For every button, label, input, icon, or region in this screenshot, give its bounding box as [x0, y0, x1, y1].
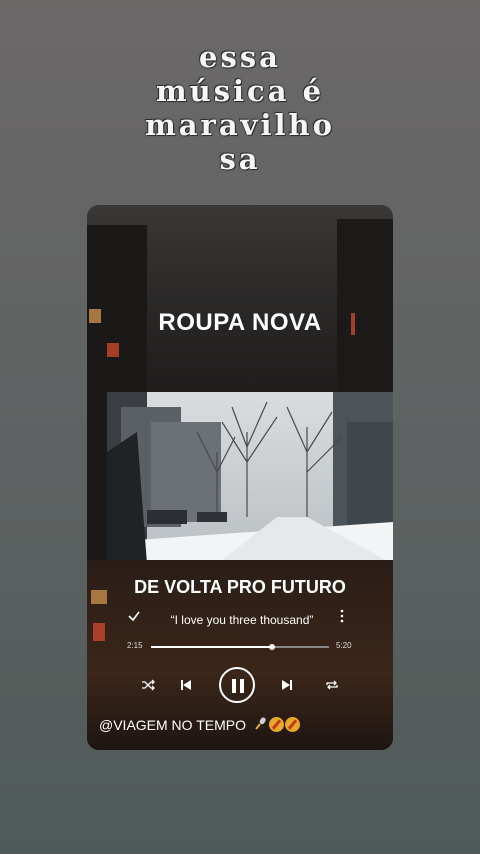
- total-time: 5:20: [336, 641, 352, 650]
- shuffle-icon[interactable]: [141, 679, 155, 691]
- album-photo: [107, 392, 393, 564]
- window-light: [93, 623, 105, 641]
- channel-handle: @VIAGEM NO TEMPO: [99, 716, 300, 733]
- progress-fill: [151, 646, 273, 648]
- lyric-text: “I love you three thousand”: [170, 613, 314, 627]
- building-silhouette: [337, 219, 393, 395]
- pause-icon: [240, 679, 244, 693]
- caption-line: sa: [219, 142, 261, 176]
- progress-knob[interactable]: [269, 644, 276, 650]
- song-title: DE VOLTA PRO FUTURO: [134, 577, 346, 597]
- pause-icon: [232, 679, 236, 693]
- microphone-emoji: [254, 716, 268, 733]
- current-time: 2:15: [127, 641, 143, 650]
- caption-line: música é: [155, 74, 325, 108]
- caption-text: essa música é maravilho sa: [0, 40, 480, 176]
- caption-line: essa: [199, 40, 281, 74]
- handle-text: @VIAGEM NO TEMPO: [99, 717, 246, 733]
- skip-next-icon[interactable]: [281, 679, 293, 691]
- compass-emoji: [268, 717, 284, 732]
- progress-bar[interactable]: [151, 644, 329, 650]
- caption-line: maravilho: [145, 108, 335, 142]
- pause-button[interactable]: [219, 667, 255, 703]
- music-player-card: ROUPA NOVA DE VOLTA PRO FUTURO “I love y…: [87, 205, 393, 750]
- check-icon[interactable]: [127, 609, 141, 627]
- skip-previous-icon[interactable]: [180, 679, 192, 691]
- artist-name: ROUPA NOVA: [158, 309, 322, 336]
- compass-emoji: [284, 717, 300, 732]
- window-light: [107, 343, 119, 357]
- repeat-icon[interactable]: [325, 679, 339, 691]
- more-vertical-icon[interactable]: [339, 609, 345, 627]
